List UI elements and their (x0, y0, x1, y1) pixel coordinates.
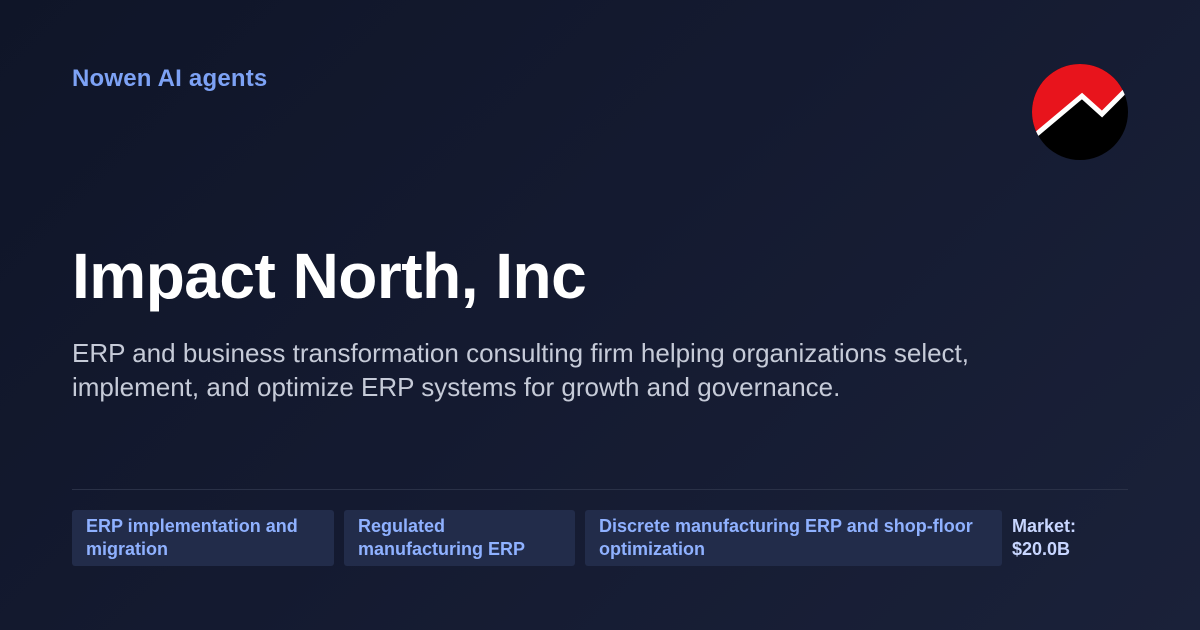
tag-erp-implementation: ERP implementation and migration (72, 510, 334, 566)
company-name: Impact North, Inc (72, 240, 587, 312)
market-label: Market: (1012, 516, 1077, 536)
divider (72, 489, 1128, 490)
tag-discrete-manufacturing: Discrete manufacturing ERP and shop-floo… (585, 510, 1002, 566)
tag-regulated-manufacturing: Regulated manufacturing ERP (344, 510, 575, 566)
tag-list: ERP implementation and migration Regulat… (72, 510, 1076, 566)
company-description: ERP and business transformation consulti… (72, 338, 969, 402)
brand-label: Nowen AI agents (72, 65, 268, 92)
company-logo (1032, 64, 1128, 160)
market-size: Market: $20.0B (1012, 510, 1076, 561)
market-value: $20.0B (1012, 539, 1071, 559)
rising-trend-logo-icon (1032, 64, 1128, 160)
